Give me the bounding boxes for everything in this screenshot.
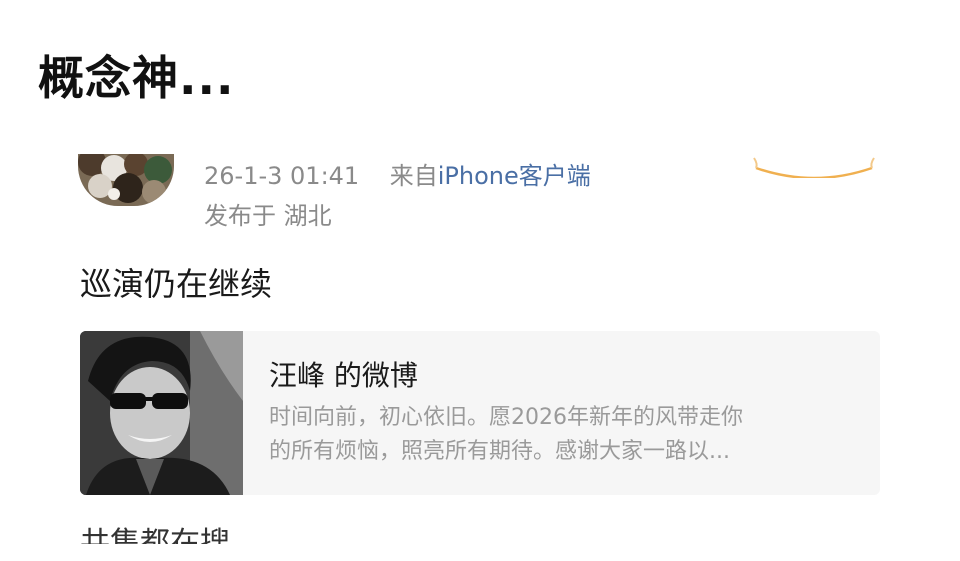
source-link[interactable]: iPhone客户端 xyxy=(438,162,591,190)
weibo-post: 26-1-3 01:41 来自iPhone客户端 发布于 湖北 巡演仍在继续 汪… xyxy=(0,140,960,561)
card-desc-line-2: 的所有烦恼，照亮所有期待。感谢大家一路以... xyxy=(269,439,730,464)
card-desc-line-1: 时间向前，初心依旧。愿2026年新年的风带走你 xyxy=(269,405,743,430)
avatar[interactable] xyxy=(78,154,174,206)
follow-button-edge[interactable] xyxy=(752,148,876,180)
card-description: 时间向前，初心依旧。愿2026年新年的风带走你 的所有烦恼，照亮所有期待。感谢大… xyxy=(269,401,869,469)
post-location: 发布于 湖北 xyxy=(204,202,332,230)
page-title: 概念神... xyxy=(38,51,235,105)
cut-off-text: 共集都在搜 xyxy=(80,526,230,544)
portrait-photo-icon xyxy=(80,331,243,495)
post-timestamp: 26-1-3 01:41 xyxy=(204,162,360,190)
card-title: 汪峰 的微博 xyxy=(269,359,418,392)
post-meta: 26-1-3 01:41 来自iPhone客户端 xyxy=(204,160,591,192)
shared-weibo-card[interactable]: 汪峰 的微博 时间向前，初心依旧。愿2026年新年的风带走你 的所有烦恼，照亮所… xyxy=(80,331,880,495)
post-text: 巡演仍在继续 xyxy=(80,265,273,303)
source-prefix: 来自 xyxy=(389,162,438,190)
